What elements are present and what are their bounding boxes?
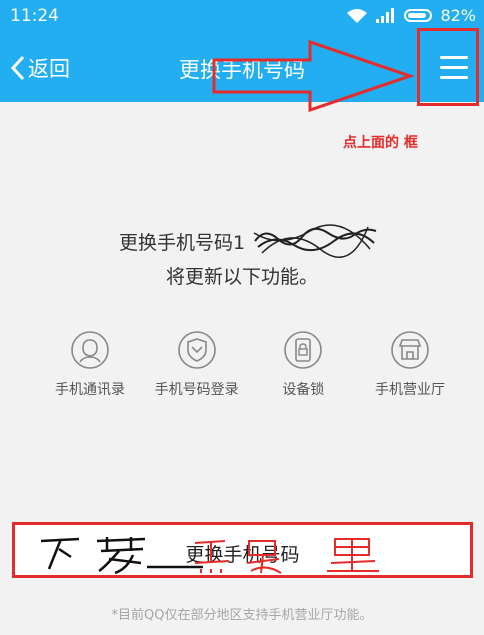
feature-device-lock: 设备锁 — [253, 330, 353, 400]
description-text-1: 更换手机号码1 — [118, 232, 246, 254]
battery-percent: 82% — [440, 6, 476, 25]
feature-label: 手机营业厅 — [374, 382, 445, 398]
description-line-1: 更换手机号码1 — [0, 228, 484, 255]
feature-phone-login: 手机号码登录 — [147, 330, 247, 400]
feature-label: 设备锁 — [282, 382, 325, 398]
store-icon — [391, 331, 429, 369]
feature-contacts: 手机通讯录 — [40, 330, 140, 400]
handwriting-annotation — [40, 537, 379, 575]
annotation-arrow — [212, 39, 415, 113]
change-phone-button[interactable]: 更换手机号码 — [12, 522, 473, 578]
signal-icon — [376, 8, 396, 23]
wifi-icon — [346, 8, 368, 24]
feature-label: 手机通讯录 — [55, 382, 125, 398]
redaction-scribble — [253, 224, 377, 258]
description-line-2: 将更新以下功能。 — [165, 266, 318, 288]
annotation-box — [417, 28, 479, 106]
feature-mobile-store: 手机营业厅 — [360, 330, 460, 400]
device-lock-icon — [284, 331, 323, 369]
battery-icon — [404, 9, 433, 22]
annotation-hint: 点上面的 框 — [343, 135, 418, 151]
footnote: *目前QQ仅在部分地区支持手机营业厅功能。 — [111, 608, 373, 623]
status-bar: 11:24 82% — [0, 0, 484, 34]
status-icons: 82% — [346, 6, 476, 25]
feature-list: 手机通讯录 手机号码登录 设备锁 手机营业厅 — [40, 330, 460, 400]
status-time: 11:24 — [10, 6, 59, 26]
shield-check-icon — [177, 331, 216, 369]
feature-label: 手机号码登录 — [154, 382, 239, 398]
contact-user-icon — [71, 331, 109, 369]
